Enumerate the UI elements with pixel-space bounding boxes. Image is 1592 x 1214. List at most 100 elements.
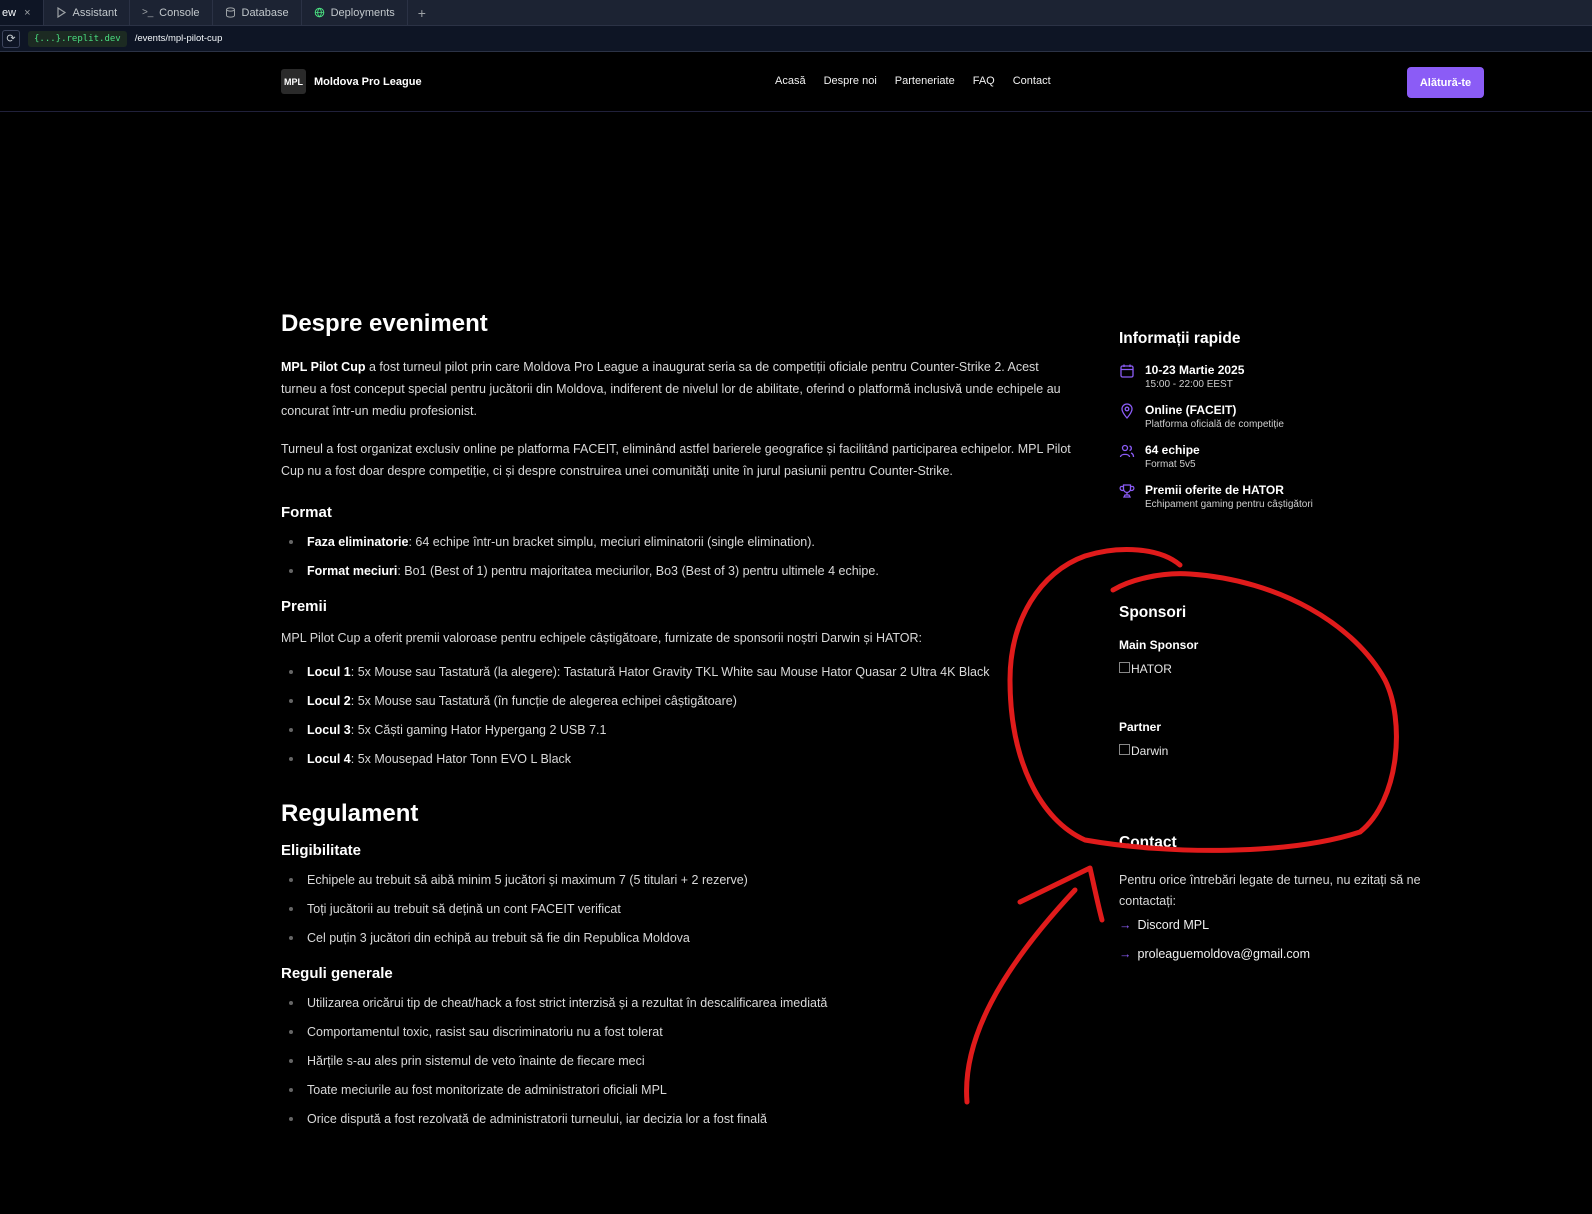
event-name: MPL Pilot Cup xyxy=(281,360,366,374)
assistant-icon xyxy=(56,7,67,18)
list-item: Utilizarea oricărui tip de cheat/hack a … xyxy=(281,994,1071,1012)
contact-text: Pentru orice întrebări legate de turneu,… xyxy=(1119,873,1421,908)
url-path-input[interactable]: /events/mpl-pilot-cup xyxy=(135,33,223,44)
list-item: Toate meciurile au fost monitorizate de … xyxy=(281,1081,1071,1099)
url-host: {...}.replit.dev xyxy=(28,30,127,47)
about-paragraph-1-text: a fost turneul pilot prin care Moldova P… xyxy=(281,360,1061,418)
list-item: Format meciuri: Bo1 (Best of 1) pentru m… xyxy=(281,562,1071,580)
terminal-icon: >_ xyxy=(141,7,154,18)
list-item-label: Faza eliminatorie xyxy=(307,535,409,549)
list-item-label: Locul 4 xyxy=(307,752,351,766)
list-item: Toți jucătorii au trebuit să dețină un c… xyxy=(281,900,1071,918)
link-text: proleaguemoldova@gmail.com xyxy=(1137,947,1311,961)
info-subtitle: Echipament gaming pentru câștigători xyxy=(1145,499,1313,510)
tab-assistant[interactable]: Assistant xyxy=(44,0,131,25)
about-paragraph-1: MPL Pilot Cup a fost turneul pilot prin … xyxy=(281,356,1071,422)
tab-label: ew xyxy=(2,6,17,19)
format-list: Faza eliminatorie: 64 echipe într-un bra… xyxy=(281,533,1071,580)
info-title: Online (FACEIT) xyxy=(1145,403,1237,417)
prizes-intro: MPL Pilot Cup a oferit premii valoroase … xyxy=(281,631,923,645)
list-item-label: Locul 1 xyxy=(307,665,351,679)
list-item: Echipele au trebuit să aibă minim 5 jucă… xyxy=(281,871,1071,889)
list-item: Orice dispută a fost rezolvată de admini… xyxy=(281,1110,1071,1128)
main-content: Despre eveniment MPL Pilot Cup a fost tu… xyxy=(281,310,1071,1139)
prizes-title: Premii xyxy=(281,598,327,615)
database-icon xyxy=(225,7,236,18)
list-item: Comportamentul toxic, rasist sau discrim… xyxy=(281,1023,1071,1041)
list-item-label: Locul 3 xyxy=(307,723,351,737)
trophy-icon xyxy=(1119,484,1135,498)
list-item-label: Format meciuri xyxy=(307,564,398,578)
list-item-text: : 64 echipe într-un bracket simplu, meci… xyxy=(408,535,815,549)
image-alt-text: Darwin xyxy=(1131,744,1169,758)
nav-link-about[interactable]: Despre noi xyxy=(824,75,877,87)
about-paragraph-2: Turneul a fost organizat exclusiv online… xyxy=(281,442,1071,478)
tab-label: Database xyxy=(241,6,289,19)
list-item: Locul 2: 5x Mouse sau Tastatură (în func… xyxy=(281,692,1071,710)
list-item: Faza eliminatorie: 64 echipe într-un bra… xyxy=(281,533,1071,551)
reload-icon[interactable]: ⟳ xyxy=(2,29,20,48)
logo-mark: MPL xyxy=(281,69,306,94)
tab-label: Console xyxy=(159,6,200,19)
list-item-text: : 5x Căști gaming Hator Hypergang 2 USB … xyxy=(350,723,607,737)
arrow-right-icon: → xyxy=(1119,918,1132,932)
info-item-date: 10-23 Martie 2025 15:00 - 22:00 EEST xyxy=(1119,362,1449,392)
info-item-prizes: Premii oferite de HATOR Echipament gaming… xyxy=(1119,482,1449,512)
main-sponsor-label: Main Sponsor xyxy=(1119,638,1199,652)
info-subtitle: 15:00 - 22:00 EEST xyxy=(1145,379,1233,390)
list-item-text: : Bo1 (Best of 1) pentru majoritatea mec… xyxy=(397,564,879,578)
broken-image-icon xyxy=(1119,662,1130,673)
main-nav: Acasă Despre noi Parteneriate FAQ Contac… xyxy=(775,75,1051,87)
eligibility-list: Echipele au trebuit să aibă minim 5 jucă… xyxy=(281,871,1071,947)
image-alt-text: HATOR xyxy=(1131,662,1172,676)
replit-tab-bar: ew × Assistant >_ Console Database Deplo… xyxy=(0,0,1592,26)
prizes-list: Locul 1: 5x Mouse sau Tastatură (la aleg… xyxy=(281,663,1071,768)
darwin-logo-image: Darwin xyxy=(1119,744,1168,758)
general-rules-list: Utilizarea oricărui tip de cheat/hack a … xyxy=(281,994,1071,1128)
list-item: Hărțile s-au ales prin sistemul de veto … xyxy=(281,1052,1071,1070)
eligibility-title: Eligibilitate xyxy=(281,842,362,859)
join-button[interactable]: Alătură-te xyxy=(1407,67,1484,98)
calendar-icon xyxy=(1120,364,1134,378)
link-text: Discord MPL xyxy=(1137,918,1210,932)
discord-link[interactable]: → Discord MPL xyxy=(1119,918,1209,932)
tab-webview[interactable]: ew × xyxy=(0,0,44,25)
new-tab-button[interactable]: + xyxy=(408,0,436,25)
quick-info-panel: Informații rapide 10-23 Martie 2025 15:00… xyxy=(1119,330,1449,522)
info-title: 64 echipe xyxy=(1145,443,1200,457)
quick-info-title: Informații rapide xyxy=(1119,330,1241,347)
tab-deployments[interactable]: Deployments xyxy=(302,0,408,25)
info-title: 10-23 Martie 2025 xyxy=(1145,363,1245,377)
site-logo[interactable]: MPL Moldova Pro League xyxy=(281,69,422,94)
location-pin-icon xyxy=(1121,403,1133,419)
info-subtitle: Platforma oficială de competiție xyxy=(1145,419,1284,430)
info-subtitle: Format 5v5 xyxy=(1145,459,1196,470)
tab-database[interactable]: Database xyxy=(213,0,302,25)
list-item: Locul 4: 5x Mousepad Hator Tonn EVO L Bl… xyxy=(281,750,1071,768)
list-item-label: Locul 2 xyxy=(307,694,351,708)
nav-link-contact[interactable]: Contact xyxy=(1013,75,1051,87)
rules-title: Regulament xyxy=(281,800,419,827)
close-icon[interactable]: × xyxy=(24,7,30,19)
nav-link-home[interactable]: Acasă xyxy=(775,75,806,87)
partner-label: Partner xyxy=(1119,720,1162,734)
nav-link-partnerships[interactable]: Parteneriate xyxy=(895,75,955,87)
sponsors-title: Sponsori xyxy=(1119,604,1187,621)
list-item-text: : 5x Mouse sau Tastatură (la alegere): T… xyxy=(350,665,990,679)
nav-link-faq[interactable]: FAQ xyxy=(973,75,995,87)
tab-console[interactable]: >_ Console xyxy=(130,0,213,25)
info-title: Premii oferite de HATOR xyxy=(1145,483,1284,497)
globe-icon xyxy=(314,7,325,18)
list-item: Locul 1: 5x Mouse sau Tastatură (la aleg… xyxy=(281,663,1071,681)
general-rules-title: Reguli generale xyxy=(281,965,393,982)
email-link[interactable]: → proleaguemoldova@gmail.com xyxy=(1119,947,1310,961)
list-item: Cel puțin 3 jucători din echipă au trebu… xyxy=(281,929,1071,947)
tab-label: Assistant xyxy=(72,6,118,19)
tab-label: Deployments xyxy=(330,6,395,19)
site-header: MPL Moldova Pro League Acasă Despre noi … xyxy=(0,52,1592,112)
info-item-teams: 64 echipe Format 5v5 xyxy=(1119,442,1449,472)
contact-title: Contact xyxy=(1119,834,1177,851)
info-item-location: Online (FACEIT) Platforma oficială de com… xyxy=(1119,402,1449,432)
list-item-text: : 5x Mousepad Hator Tonn EVO L Black xyxy=(350,752,572,766)
broken-image-icon xyxy=(1119,744,1130,755)
